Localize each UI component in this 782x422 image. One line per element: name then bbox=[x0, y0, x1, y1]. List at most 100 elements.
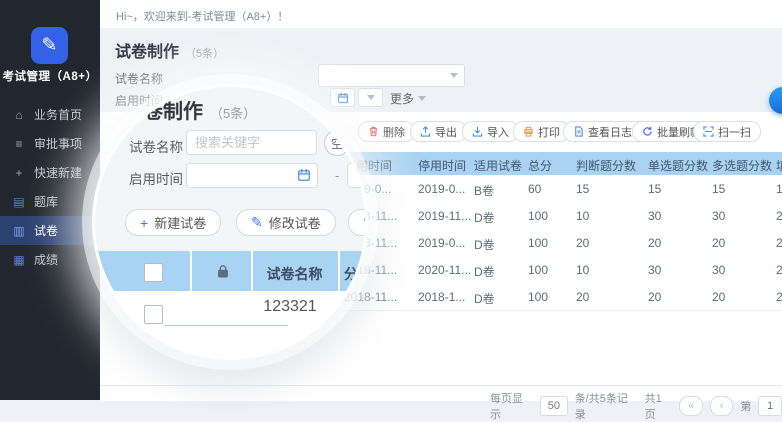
table-cell: 15 bbox=[776, 182, 782, 196]
paper-name-cell: 123321 bbox=[225, 298, 355, 316]
sidebar-item-quick-create[interactable]: +快速新建 bbox=[0, 158, 100, 187]
scan-button[interactable]: 扫一扫 bbox=[693, 121, 761, 142]
table-cell: 30 bbox=[648, 209, 661, 223]
enable-time-end-input[interactable] bbox=[347, 163, 368, 188]
edit-pencil-icon: ✎ bbox=[363, 214, 368, 231]
magnifier-page-title: 试卷制作（5条） bbox=[123, 95, 256, 124]
paper-name-label: 试卷名称 bbox=[129, 136, 183, 156]
trash-icon bbox=[368, 126, 379, 137]
chevron-down-icon bbox=[418, 96, 426, 101]
pagination-bar: 每页显示 50 条/共5条记录 共1页 « ‹ 第 1 bbox=[100, 385, 782, 401]
delete-button[interactable]: 删除 bbox=[358, 121, 415, 142]
column-header: 判断题分数 bbox=[576, 157, 636, 174]
new-paper-button[interactable]: + 新建试卷 bbox=[125, 209, 221, 236]
sidebar-menu: ⌂ 业务首页 ≡ 审批事项 +快速新建▤题库▥试卷▦成绩 bbox=[0, 100, 100, 274]
top-header-bar: Hi~，欢迎来到-考试管理（A8+）！ bbox=[100, 0, 782, 29]
table-cell: D卷 bbox=[474, 209, 495, 226]
first-page-button[interactable]: « bbox=[679, 396, 703, 416]
table-cell: D卷 bbox=[474, 290, 495, 307]
home-icon: ⌂ bbox=[12, 108, 26, 122]
sidebar-item-exam-paper[interactable]: ▥试卷 bbox=[0, 216, 100, 245]
chevron-down-icon bbox=[450, 73, 458, 78]
select-all-checkbox[interactable] bbox=[144, 263, 163, 282]
app-title: 考试管理（A8+） bbox=[0, 68, 100, 84]
exam-paper-icon: ▥ bbox=[12, 224, 26, 238]
record-count: （5条） bbox=[185, 48, 224, 60]
print-button[interactable]: 打印 bbox=[513, 121, 570, 142]
sidebar-item-score[interactable]: ▦成绩 bbox=[0, 245, 100, 274]
sidebar-item-home[interactable]: ⌂ 业务首页 bbox=[0, 100, 100, 129]
export-button[interactable]: 导出 bbox=[410, 121, 467, 142]
export-icon bbox=[420, 126, 431, 137]
plus-icon: + bbox=[12, 166, 26, 180]
table-cell: 30 bbox=[648, 263, 661, 277]
magnifier: 试卷制作（5条） 试卷名称 空 启用时间 - + 新建试卷 ✎ 修改试卷 ✎ 试… bbox=[92, 84, 368, 360]
mini-dropdown[interactable] bbox=[358, 88, 383, 107]
paper-name-label: 试卷名称 bbox=[115, 70, 163, 87]
table-cell: 10 bbox=[576, 209, 589, 223]
app-logo[interactable]: ✎ bbox=[31, 27, 68, 64]
greeting-text: Hi~，欢迎来到-考试管理（A8+）！ bbox=[116, 8, 288, 24]
column-header: 总分 bbox=[528, 157, 552, 174]
paper-name-search-input[interactable] bbox=[186, 130, 317, 155]
table-cell: D卷 bbox=[474, 236, 495, 253]
approval-list-icon: ≡ bbox=[12, 137, 26, 151]
table-cell: 20 bbox=[776, 290, 782, 304]
page-prefix-label: 第 bbox=[740, 398, 751, 414]
table-cell: 60 bbox=[528, 182, 541, 196]
row-divider bbox=[165, 325, 288, 326]
column-header-paper-name: 试卷名称 bbox=[251, 264, 338, 284]
table-cell: 2019-0... bbox=[418, 182, 465, 196]
enable-time-label: 启用时间 bbox=[129, 168, 183, 188]
more-dropdown[interactable]: 更多 bbox=[390, 90, 426, 107]
column-header: 适用试卷 bbox=[474, 157, 522, 174]
magnifier-record-count: （5条） bbox=[210, 106, 256, 121]
filter-select[interactable] bbox=[318, 64, 465, 87]
sidebar-item-label: 业务首页 bbox=[34, 106, 82, 123]
records-label: 条/共5条记录 bbox=[575, 390, 638, 422]
date-range-dash: - bbox=[335, 168, 339, 183]
column-header: 多选题分数 bbox=[712, 157, 772, 174]
plus-icon: + bbox=[140, 215, 148, 231]
table-cell: 10 bbox=[576, 263, 589, 277]
edit-paper-button[interactable]: ✎ 修改试卷 bbox=[236, 209, 336, 236]
table-cell: 20 bbox=[648, 236, 661, 250]
table-cell: 20 bbox=[648, 290, 661, 304]
table-cell: 2020-11... bbox=[418, 263, 471, 277]
table-cell: 100 bbox=[528, 209, 548, 223]
per-page-input[interactable]: 50 bbox=[540, 396, 568, 416]
table-cell: 20 bbox=[776, 263, 782, 277]
print-icon bbox=[523, 126, 534, 137]
partial-button[interactable]: ✎ bbox=[348, 209, 368, 236]
import-button[interactable]: 导入 bbox=[462, 121, 519, 142]
table-cell: 15 bbox=[576, 182, 589, 196]
table-cell: 20 bbox=[776, 236, 782, 250]
clear-button[interactable]: 空 bbox=[324, 130, 350, 156]
prev-page-button[interactable]: ‹ bbox=[710, 396, 734, 416]
table-cell: B卷 bbox=[474, 182, 494, 199]
table-cell: 20 bbox=[576, 290, 589, 304]
page-number-input[interactable]: 1 bbox=[758, 396, 782, 416]
table-cell: 15 bbox=[712, 182, 725, 196]
table-cell: 20 bbox=[776, 209, 782, 223]
score-icon: ▦ bbox=[12, 253, 26, 267]
sidebar-item-question-bank[interactable]: ▤题库 bbox=[0, 187, 100, 216]
table-cell: 100 bbox=[528, 290, 548, 304]
calendar-button[interactable] bbox=[330, 88, 355, 107]
floating-action-button[interactable] bbox=[769, 87, 782, 114]
row-checkbox[interactable] bbox=[144, 305, 163, 324]
table-cell: 2019-0... bbox=[418, 236, 465, 250]
sidebar: ✎ 考试管理（A8+） ⌂ 业务首页 ≡ 审批事项 +快速新建▤题库▥试卷▦成绩 bbox=[0, 0, 100, 400]
table-cell: 100 bbox=[528, 236, 548, 250]
table-cell: 30 bbox=[712, 209, 725, 223]
column-header: 单选题分数 bbox=[648, 157, 708, 174]
edit-pencil-icon: ✎ bbox=[251, 214, 263, 231]
log-icon bbox=[573, 126, 584, 137]
lock-icon bbox=[215, 264, 231, 279]
table-cell: 2018-1... bbox=[418, 290, 465, 304]
total-pages-label: 共1页 bbox=[645, 390, 673, 422]
sidebar-item-approval[interactable]: ≡ 审批事项 bbox=[0, 129, 100, 158]
table-cell: 20 bbox=[712, 236, 725, 250]
sidebar-item-label: 审批事项 bbox=[34, 135, 82, 152]
table-cell: D卷 bbox=[474, 263, 495, 280]
